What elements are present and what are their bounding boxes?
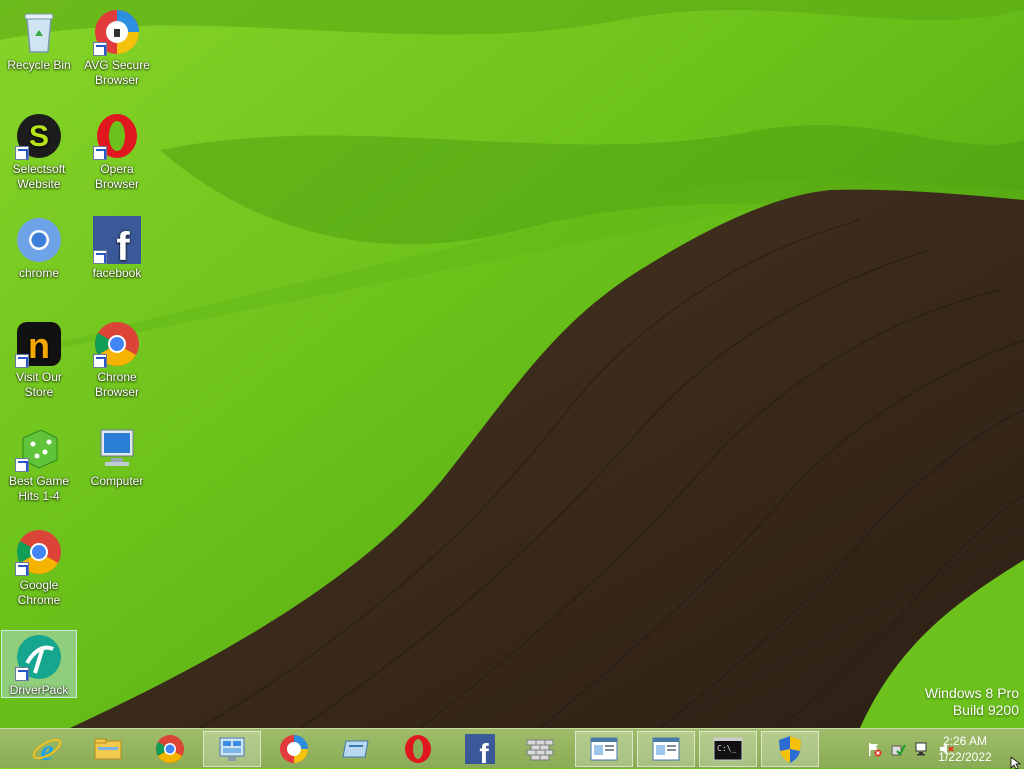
- computer-icon: [93, 424, 141, 472]
- taskbar-document-window-2[interactable]: [637, 731, 695, 767]
- desktop-icon-label: Selectsoft Website: [12, 162, 66, 191]
- selectsoft-icon: S: [15, 112, 63, 160]
- internet-explorer-icon: e: [32, 734, 62, 765]
- svg-text:S: S: [29, 120, 49, 153]
- action-center-flag-icon[interactable]: [866, 741, 882, 757]
- shortcut-arrow-icon: [15, 146, 29, 160]
- control-panel-icon: [219, 737, 245, 761]
- taskbar-uac-shield[interactable]: [761, 731, 819, 767]
- desktop-icon-best-game-hits[interactable]: Best Game Hits 1-4: [1, 422, 77, 504]
- watermark-edition: Windows 8 Pro: [924, 685, 1019, 701]
- taskbar: e f C:\_ 2:26 AM 1/22/2022: [0, 728, 1024, 769]
- svg-text:f: f: [116, 225, 130, 264]
- taskbar-opera[interactable]: [389, 731, 447, 767]
- taskbar-command-prompt[interactable]: C:\_: [699, 731, 757, 767]
- desktop-icon-label: DriverPack: [9, 683, 69, 697]
- security-check-icon[interactable]: [890, 741, 906, 757]
- chrome-icon: [156, 735, 184, 763]
- avg-browser-icon: [280, 735, 308, 763]
- taskbar-file-explorer[interactable]: [79, 731, 137, 767]
- shortcut-arrow-icon: [93, 42, 107, 56]
- chrome-browser-icon: [93, 320, 141, 368]
- opera-icon: [405, 735, 431, 763]
- desktop-icon-label: Recycle Bin: [7, 58, 71, 72]
- facebook-icon: f: [93, 216, 141, 264]
- desktop-icon-label: Opera Browser: [94, 162, 139, 191]
- shortcut-arrow-icon: [93, 146, 107, 160]
- desktop-icon-facebook[interactable]: f facebook: [79, 214, 155, 281]
- dice-icon: [15, 424, 63, 472]
- window-app-icon: [342, 740, 369, 758]
- svg-text:C:\_: C:\_: [717, 744, 736, 753]
- shortcut-arrow-icon: [15, 562, 29, 576]
- desktop-icon-label: Google Chrome: [17, 578, 61, 607]
- taskbar-document-window-1[interactable]: [575, 731, 633, 767]
- uac-shield-icon: [779, 736, 801, 763]
- desktop-icon-google-chrome[interactable]: Google Chrome: [1, 526, 77, 608]
- clock-time: 2:26 AM: [942, 734, 988, 748]
- desktop-icon-label: AVG Secure Browser: [84, 58, 150, 87]
- command-prompt-icon: C:\_: [713, 737, 743, 761]
- firewall-icon: [526, 739, 554, 761]
- recycle-bin-icon: [15, 8, 63, 56]
- taskbar-facebook[interactable]: f: [451, 731, 509, 767]
- store-icon: n: [15, 320, 63, 368]
- taskbar-control-panel[interactable]: [203, 731, 261, 767]
- desktop-icon-selectsoft[interactable]: S Selectsoft Website: [1, 110, 77, 192]
- taskbar-window-app[interactable]: [327, 731, 385, 767]
- facebook-icon: f: [465, 734, 495, 765]
- desktop-icon-driverpack[interactable]: DriverPack: [1, 630, 77, 698]
- taskbar-chrome[interactable]: [141, 731, 199, 767]
- desktop-icon-chrone-browser[interactable]: Chrone Browser: [79, 318, 155, 400]
- desktop-icon-opera-browser[interactable]: Opera Browser: [79, 110, 155, 192]
- driverpack-icon: [15, 633, 63, 681]
- opera-icon: [93, 112, 141, 160]
- desktop-icon-store[interactable]: n Visit Our Store: [1, 318, 77, 400]
- desktop-icon-label: Chrone Browser: [94, 370, 139, 399]
- svg-text:e: e: [40, 734, 53, 765]
- svg-text:n: n: [28, 325, 50, 366]
- notification-area: 2:26 AM 1/22/2022: [824, 729, 1024, 769]
- chromium-icon: [15, 216, 63, 264]
- desktop-icon-label: Computer: [90, 474, 144, 488]
- file-explorer-icon: [94, 738, 122, 760]
- windows-version-watermark: Windows 8 Pro Build 9200: [925, 685, 1019, 719]
- taskbar-firewall[interactable]: [511, 731, 569, 767]
- desktop-icon-recycle-bin[interactable]: Recycle Bin: [1, 6, 77, 73]
- desktop-icon-chrome[interactable]: chrome: [1, 214, 77, 281]
- desktop-icon-label: facebook: [92, 266, 142, 280]
- svg-text:f: f: [479, 738, 489, 765]
- taskbar-avg-browser[interactable]: [265, 731, 323, 767]
- shortcut-arrow-icon: [93, 250, 107, 264]
- desktop: Recycle Bin S Selectsoft Website chrome …: [0, 0, 1024, 728]
- desktop-icon-label: Visit Our Store: [16, 370, 62, 399]
- clock-date: 1/22/2022: [938, 750, 992, 764]
- avg-browser-icon: [93, 8, 141, 56]
- shortcut-arrow-icon: [15, 667, 29, 681]
- system-clock[interactable]: 2:26 AM 1/22/2022: [930, 733, 1000, 765]
- shortcut-arrow-icon: [15, 354, 29, 368]
- watermark-build: Build 9200: [952, 702, 1019, 718]
- shortcut-arrow-icon: [15, 458, 29, 472]
- mouse-cursor-icon: [1010, 757, 1022, 769]
- taskbar-internet-explorer[interactable]: e: [18, 731, 76, 767]
- desktop-icon-computer[interactable]: Computer: [79, 422, 155, 489]
- document-window-icon: [590, 737, 618, 761]
- network-icon[interactable]: [914, 741, 930, 757]
- google-chrome-icon: [15, 528, 63, 576]
- desktop-icon-label: Best Game Hits 1-4: [8, 474, 70, 503]
- desktop-icon-label: chrome: [18, 266, 59, 280]
- shortcut-arrow-icon: [93, 354, 107, 368]
- desktop-icon-avg-browser[interactable]: AVG Secure Browser: [79, 6, 155, 88]
- document-window-icon: [652, 737, 680, 761]
